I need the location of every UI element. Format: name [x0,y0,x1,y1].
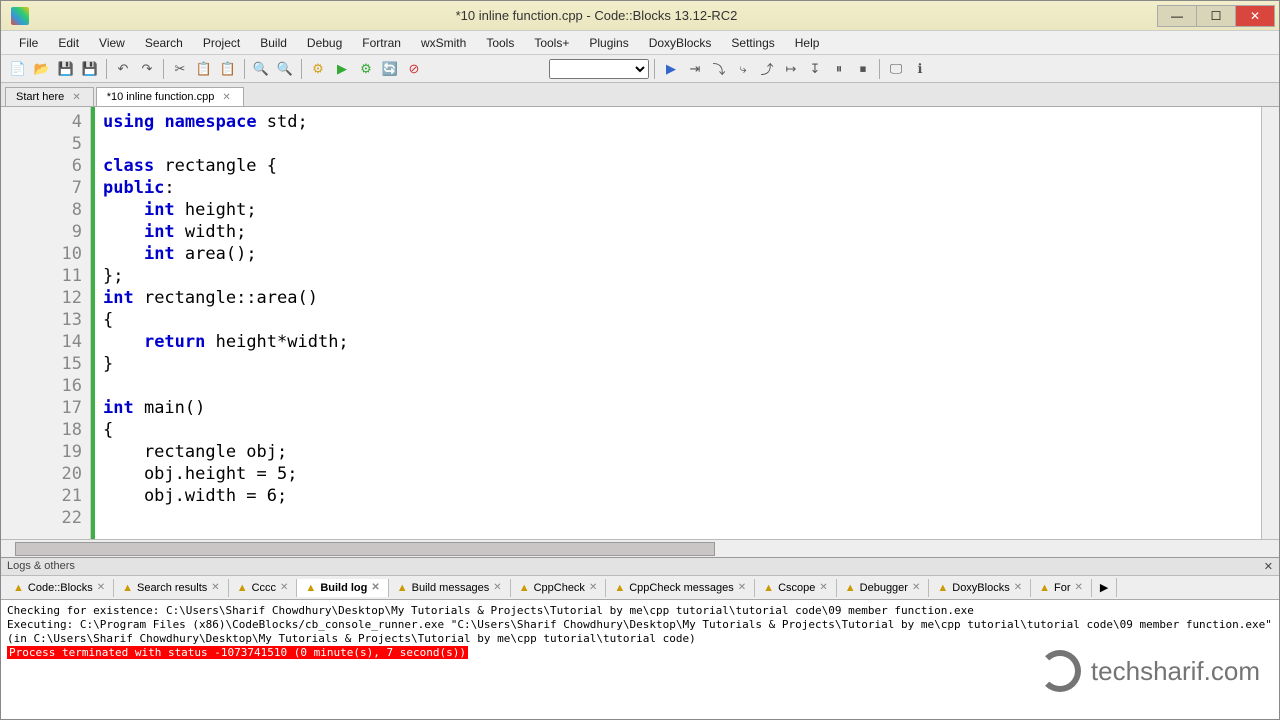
menu-help[interactable]: Help [785,33,830,53]
save-all-icon[interactable]: 💾 [79,58,101,80]
watermark-logo-icon [1039,650,1081,692]
info-icon[interactable]: ℹ [909,58,931,80]
menu-settings[interactable]: Settings [721,33,784,53]
replace-icon[interactable]: 🔍 [274,58,296,80]
log-tab[interactable]: ▲ Debugger ✕ [837,579,930,597]
step-instr-icon[interactable]: ↧ [804,58,826,80]
menu-toolsplus[interactable]: Tools+ [524,33,579,53]
step-out-icon[interactable]: ⤴ [756,58,778,80]
open-file-icon[interactable]: 📂 [31,58,53,80]
log-tab[interactable]: ▲ Build messages ✕ [389,579,511,597]
menu-wxsmith[interactable]: wxSmith [411,33,476,53]
log-tab[interactable]: ▲ For ✕ [1031,579,1092,597]
copy-icon[interactable]: 📋 [193,58,215,80]
menu-tools[interactable]: Tools [476,33,524,53]
run-to-cursor-icon[interactable]: ⇥ [684,58,706,80]
menu-search[interactable]: Search [135,33,193,53]
tab-close-icon[interactable]: ✕ [220,92,232,103]
paste-icon[interactable]: 📋 [217,58,239,80]
debug-run-icon[interactable]: ▶ [660,58,682,80]
menu-project[interactable]: Project [193,33,250,53]
editor-area: 45678910111213141516171819202122 using n… [1,107,1279,539]
log-tab[interactable]: ▲ Search results ✕ [114,579,229,597]
stop-debug-icon[interactable]: ⏹ [852,58,874,80]
next-instr-icon[interactable]: ↦ [780,58,802,80]
new-file-icon[interactable]: 📄 [7,58,29,80]
toolbar-main: 📄 📂 💾 💾 ↶ ↷ ✂ 📋 📋 🔍 🔍 ⚙ ▶ ⚙ 🔄 ⊘ ▶ ⇥ ⤵ ⤷ … [1,55,1279,83]
logs-title: Logs & others ✕ [1,558,1279,576]
log-tab[interactable]: ▲ CppCheck messages ✕ [606,579,755,597]
redo-icon[interactable]: ↷ [136,58,158,80]
menu-file[interactable]: File [9,33,48,53]
log-tab[interactable]: ▲ CppCheck ✕ [511,579,607,597]
logs-panel: Logs & others ✕ ▲ Code::Blocks ✕▲ Search… [1,557,1279,719]
code-editor[interactable]: using namespace std; class rectangle {pu… [95,107,1261,539]
editor-tabbar: Start here✕*10 inline function.cpp✕ [1,83,1279,107]
titlebar: *10 inline function.cpp - Code::Blocks 1… [1,1,1279,31]
maximize-button[interactable]: ☐ [1196,5,1236,27]
menu-view[interactable]: View [89,33,135,53]
watermark: techsharif.com [1039,650,1260,692]
next-line-icon[interactable]: ⤵ [708,58,730,80]
horizontal-scrollbar[interactable] [1,539,1279,557]
menu-build[interactable]: Build [250,33,297,53]
log-tab[interactable]: ▲ Code::Blocks ✕ [5,579,114,597]
menubar: FileEditViewSearchProjectBuildDebugFortr… [1,31,1279,55]
rebuild-icon[interactable]: 🔄 [379,58,401,80]
tab-close-icon[interactable]: ✕ [70,92,82,103]
log-tab[interactable]: ▲ Cccc ✕ [229,579,298,597]
editor-tab[interactable]: Start here✕ [5,87,94,106]
cut-icon[interactable]: ✂ [169,58,191,80]
menu-fortran[interactable]: Fortran [352,33,411,53]
window-title: *10 inline function.cpp - Code::Blocks 1… [35,8,1158,23]
menu-debug[interactable]: Debug [297,33,352,53]
build-icon[interactable]: ⚙ [307,58,329,80]
logs-close-icon[interactable]: ✕ [1264,560,1273,573]
menu-plugins[interactable]: Plugins [579,33,638,53]
close-button[interactable]: ✕ [1235,5,1275,27]
find-icon[interactable]: 🔍 [250,58,272,80]
save-icon[interactable]: 💾 [55,58,77,80]
menu-edit[interactable]: Edit [48,33,89,53]
editor-tab[interactable]: *10 inline function.cpp✕ [96,87,244,106]
target-select[interactable] [549,59,649,79]
logs-tabs: ▲ Code::Blocks ✕▲ Search results ✕▲ Cccc… [1,576,1279,600]
app-icon [11,7,29,25]
run-icon[interactable]: ▶ [331,58,353,80]
log-tab[interactable]: ▲ DoxyBlocks ✕ [929,579,1031,597]
step-into-icon[interactable]: ⤷ [732,58,754,80]
log-tab[interactable]: ▲ Cscope ✕ [755,579,837,597]
break-icon[interactable]: ⏸ [828,58,850,80]
debug-windows-icon[interactable]: 🖵 [885,58,907,80]
menu-doxyblocks[interactable]: DoxyBlocks [639,33,722,53]
build-run-icon[interactable]: ⚙ [355,58,377,80]
minimize-button[interactable]: — [1157,5,1197,27]
vertical-scrollbar[interactable] [1261,107,1279,539]
line-gutter: 45678910111213141516171819202122 [1,107,91,539]
log-tab[interactable]: ▲ Build log ✕ [297,579,388,597]
undo-icon[interactable]: ↶ [112,58,134,80]
log-tabs-scroll-right[interactable]: ▶ [1092,578,1117,597]
abort-icon[interactable]: ⊘ [403,58,425,80]
